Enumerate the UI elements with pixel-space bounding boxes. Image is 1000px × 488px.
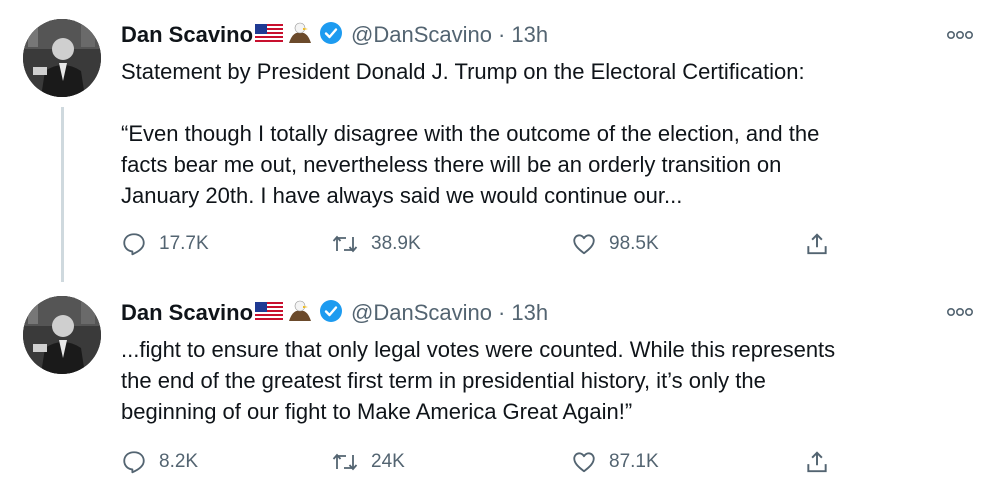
retweet-count: 24K xyxy=(371,451,405,472)
retweet-button[interactable]: 24K xyxy=(331,447,405,477)
us-flag-icon xyxy=(255,23,284,47)
tweet[interactable]: Dan Scavino @Dan xyxy=(0,280,1000,488)
author-handle[interactable]: @DanScavino xyxy=(351,22,492,48)
heart-icon xyxy=(573,234,595,255)
author-name[interactable]: Dan Scavino xyxy=(121,300,253,326)
eagle-icon xyxy=(287,299,313,328)
reply-count: 17.7K xyxy=(159,233,209,254)
share-icon xyxy=(807,233,827,255)
retweet-icon xyxy=(332,453,358,471)
verified-badge-icon xyxy=(319,299,343,328)
us-flag-icon xyxy=(255,301,284,325)
tweet-paragraph: ...fight to ensure that only legal votes… xyxy=(121,337,836,424)
retweet-icon xyxy=(332,235,358,253)
avatar[interactable] xyxy=(23,19,101,97)
more-options-icon[interactable] xyxy=(946,28,973,40)
tweet[interactable]: Dan Scavino @Dan xyxy=(0,0,1000,282)
like-count: 87.1K xyxy=(609,451,659,472)
tweet-header: Dan Scavino @DanScavino · 13h xyxy=(121,296,548,330)
like-button[interactable]: 98.5K xyxy=(571,229,659,259)
verified-badge-icon xyxy=(319,21,343,50)
heart-icon xyxy=(573,452,595,473)
like-count: 98.5K xyxy=(609,233,659,254)
thread-connector-line xyxy=(61,107,64,282)
avatar[interactable] xyxy=(23,296,101,374)
tweet-paragraph: “Even though I totally disagree with the… xyxy=(121,121,820,208)
tweet-header: Dan Scavino @DanScavino · 13h xyxy=(121,18,548,52)
share-button[interactable] xyxy=(804,447,830,477)
tweet-timestamp[interactable]: 13h xyxy=(511,300,548,326)
like-button[interactable]: 87.1K xyxy=(571,447,659,477)
tweet-paragraph: Statement by President Donald J. Trump o… xyxy=(121,59,805,84)
reply-icon xyxy=(123,233,145,256)
tweet-timestamp[interactable]: 13h xyxy=(511,22,548,48)
tweet-actions: 17.7K 38.9K 98.5K xyxy=(121,229,981,259)
reply-button[interactable]: 17.7K xyxy=(121,229,209,259)
tweet-text: Statement by President Donald J. Trump o… xyxy=(121,56,981,211)
avatar-photo xyxy=(23,19,101,97)
retweet-button[interactable]: 38.9K xyxy=(331,229,421,259)
eagle-icon xyxy=(287,21,313,50)
separator-dot: · xyxy=(498,22,506,47)
author-name[interactable]: Dan Scavino xyxy=(121,22,253,48)
reply-icon xyxy=(123,451,145,474)
more-options-icon[interactable] xyxy=(946,305,973,317)
tweet-actions: 8.2K 24K 87.1K xyxy=(121,447,981,477)
author-handle[interactable]: @DanScavino xyxy=(351,300,492,326)
retweet-count: 38.9K xyxy=(371,233,421,254)
share-icon xyxy=(807,451,827,473)
reply-count: 8.2K xyxy=(159,451,199,472)
tweet-text: ...fight to ensure that only legal votes… xyxy=(121,334,981,427)
separator-dot: · xyxy=(498,300,506,325)
reply-button[interactable]: 8.2K xyxy=(121,447,198,477)
avatar-photo xyxy=(23,296,101,374)
share-button[interactable] xyxy=(804,229,830,259)
